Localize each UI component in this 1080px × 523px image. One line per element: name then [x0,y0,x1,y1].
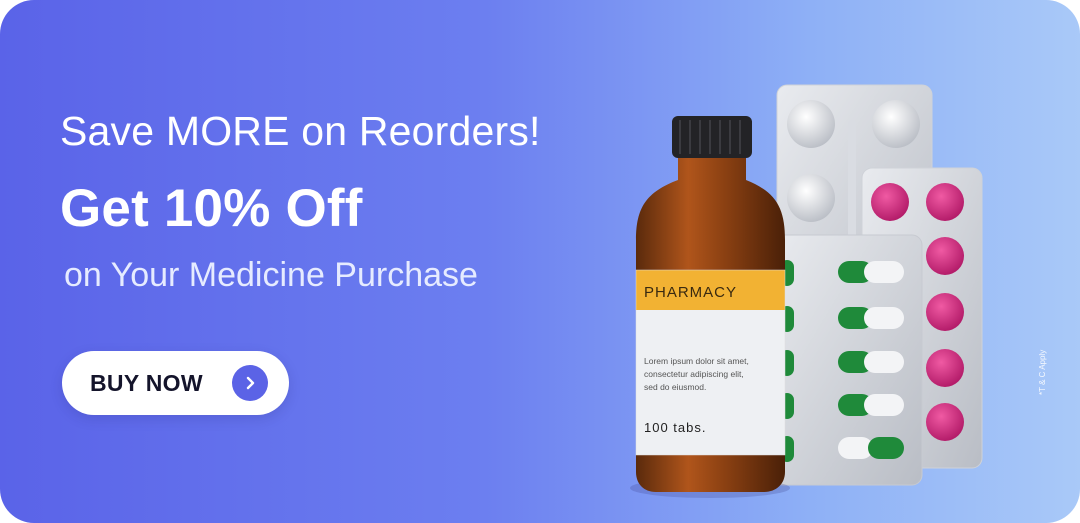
medicine-product-image: PHARMACY Lorem ipsum dolor sit amet, con… [630,84,983,498]
bottle-brand-label: PHARMACY [644,284,737,301]
offer-subheading: on Your Medicine Purchase [64,256,478,294]
promo-banner[interactable]: Save MORE on Reorders! Get 10% Off on Yo… [0,0,1080,523]
capsule [838,307,904,329]
offer-title: Get 10% Off [60,179,363,238]
buy-now-button[interactable]: BUY NOW [62,351,289,415]
terms-note: *T & C Apply [1038,349,1047,395]
capsule [838,261,904,283]
bottle-description-line: Lorem ipsum dolor sit amet, [644,356,749,366]
bottle-description-line: sed do eiusmod. [644,382,706,392]
medicine-bottle: PHARMACY Lorem ipsum dolor sit amet, con… [630,116,790,498]
bottle-count-label: 100 tabs. [644,420,707,435]
capsule [838,394,904,416]
capsule [838,351,904,373]
buy-now-label: BUY NOW [90,369,203,396]
promo-headline: Save MORE on Reorders! [60,108,541,154]
chevron-right-icon [232,365,268,401]
blister-pack-capsules [771,234,923,486]
bottle-description-line: consectetur adipiscing elit, [644,369,744,379]
